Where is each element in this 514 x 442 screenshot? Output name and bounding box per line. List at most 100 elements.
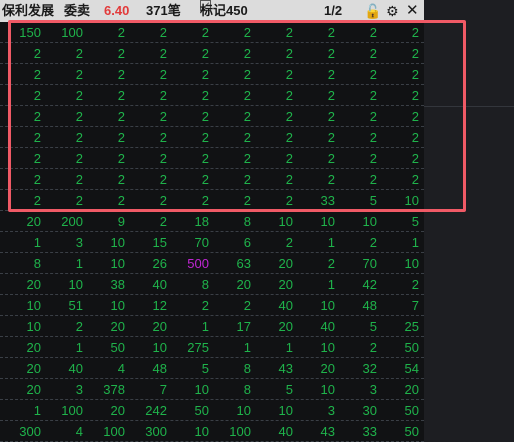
- order-cell: 2: [243, 172, 251, 187]
- order-cell: 2: [117, 88, 125, 103]
- gear-icon[interactable]: ⚙: [386, 0, 399, 22]
- order-cell: 2: [285, 46, 293, 61]
- order-cell: 15: [152, 235, 167, 250]
- close-icon[interactable]: ✕: [406, 0, 419, 22]
- order-cell: 2: [75, 130, 83, 145]
- order-cell: 20: [110, 403, 125, 418]
- order-cell: 2: [33, 172, 41, 187]
- order-cell: 7: [411, 298, 419, 313]
- order-cell: 275: [187, 340, 209, 355]
- price-value: 6.40: [104, 3, 130, 18]
- order-cell: 20: [278, 319, 293, 334]
- order-cell: 20: [26, 277, 41, 292]
- order-cell: 10: [68, 277, 83, 292]
- order-cell: 2: [327, 151, 335, 166]
- order-cell: 5: [369, 193, 377, 208]
- order-cell: 2: [285, 235, 293, 250]
- order-cell: 2: [243, 151, 251, 166]
- order-cell: 2: [285, 67, 293, 82]
- order-cell: 20: [236, 277, 251, 292]
- order-cell: 2: [159, 151, 167, 166]
- order-cell: 43: [320, 424, 335, 439]
- order-cell: 8: [201, 277, 209, 292]
- order-cell: 10: [26, 319, 41, 334]
- order-cell: 2: [159, 88, 167, 103]
- order-cell: 2: [117, 109, 125, 124]
- order-cell: 48: [362, 298, 377, 313]
- order-cell: 10: [362, 214, 377, 229]
- order-cell: 2: [369, 340, 377, 355]
- order-cell: 2: [201, 298, 209, 313]
- order-cell: 10: [26, 298, 41, 313]
- order-cell: 2: [75, 319, 83, 334]
- order-cell: 2: [411, 151, 419, 166]
- order-cell: 2: [243, 67, 251, 82]
- order-cell: 38: [110, 277, 125, 292]
- order-cell: 10: [194, 382, 209, 397]
- order-cell: 2: [201, 88, 209, 103]
- order-cell: 40: [152, 277, 167, 292]
- table-row: 2 2 2 2 2 2 2 2 2 2: [0, 148, 424, 169]
- order-cell: 2: [201, 46, 209, 61]
- order-cell: 33: [320, 193, 335, 208]
- order-cell: 2: [411, 130, 419, 145]
- table-row: 20 40 4 48 5 8 43 20 32 54: [0, 358, 424, 379]
- order-cell: 2: [411, 25, 419, 40]
- order-cell: 4: [117, 361, 125, 376]
- order-cell: 2: [33, 109, 41, 124]
- order-cell: 2: [159, 214, 167, 229]
- order-cell: 50: [194, 403, 209, 418]
- order-cell: 2: [117, 193, 125, 208]
- table-row: 20 200 9 2 18 8 10 10 10 5: [0, 211, 424, 232]
- order-cell: 2: [117, 25, 125, 40]
- order-cell: 2: [75, 151, 83, 166]
- order-cell: 42: [362, 277, 377, 292]
- order-cell: 100: [229, 424, 251, 439]
- order-cell: 500: [187, 256, 209, 271]
- order-cell: 2: [327, 109, 335, 124]
- order-cell: 40: [68, 361, 83, 376]
- order-cell: 40: [278, 298, 293, 313]
- order-cell: 20: [26, 340, 41, 355]
- order-cell: 2: [327, 88, 335, 103]
- stock-name: 保利发展: [2, 3, 55, 18]
- order-cell: 1: [327, 235, 335, 250]
- order-cell: 20: [278, 277, 293, 292]
- order-cell: 2: [159, 67, 167, 82]
- order-cell: 51: [68, 298, 83, 313]
- order-cell: 10: [278, 214, 293, 229]
- order-cell: 200: [61, 214, 83, 229]
- table-row: 1 100 20 242 50 10 10 3 30 50: [0, 400, 424, 421]
- mark-label: 标记450: [200, 3, 248, 18]
- order-cell: 2: [75, 172, 83, 187]
- order-cell: 30: [362, 403, 377, 418]
- order-cell: 3: [327, 403, 335, 418]
- order-cell: 2: [33, 46, 41, 61]
- page-indicator[interactable]: 1/2: [324, 0, 342, 22]
- panel-header: 保利发展 委卖 6.40 371笔 标记450 1/2 🔓 ⚙ ✕: [0, 0, 424, 22]
- order-cell: 10: [320, 214, 335, 229]
- order-cell: 150: [19, 25, 41, 40]
- order-cell: 5: [369, 319, 377, 334]
- order-cell: 242: [145, 403, 167, 418]
- order-cell: 1: [201, 319, 209, 334]
- order-cell: 10: [320, 382, 335, 397]
- order-cell: 2: [369, 130, 377, 145]
- order-cell: 7: [159, 382, 167, 397]
- order-cell: 25: [404, 319, 419, 334]
- lock-icon[interactable]: 🔓: [364, 0, 381, 22]
- order-cell: 32: [362, 361, 377, 376]
- order-cell: 5: [285, 382, 293, 397]
- order-cell: 2: [75, 109, 83, 124]
- order-cell: 20: [110, 319, 125, 334]
- order-cell: 2: [201, 151, 209, 166]
- order-cell: 2: [243, 88, 251, 103]
- order-cell: 2: [243, 193, 251, 208]
- order-cell: 54: [404, 361, 419, 376]
- order-cell: 3: [369, 382, 377, 397]
- order-cell: 10: [236, 403, 251, 418]
- order-cell: 8: [243, 214, 251, 229]
- order-cell: 10: [194, 424, 209, 439]
- order-cell: 1: [33, 403, 41, 418]
- order-cell: 1: [327, 277, 335, 292]
